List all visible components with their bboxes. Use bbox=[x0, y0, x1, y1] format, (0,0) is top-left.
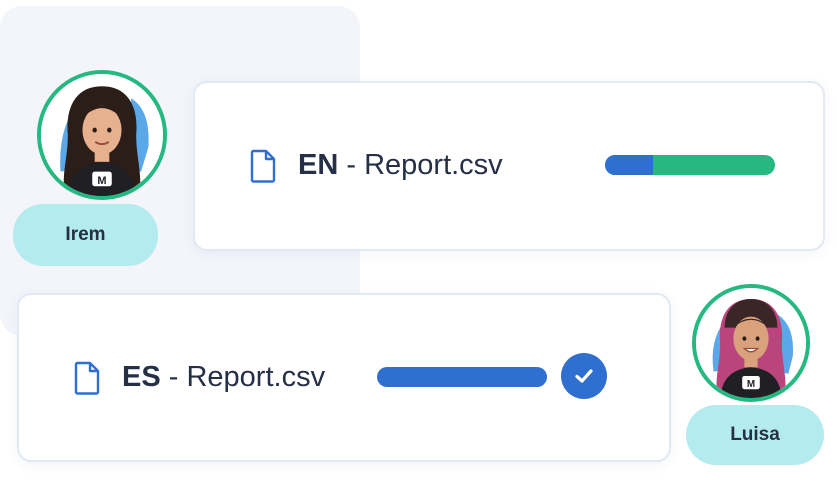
upload-progress-bar bbox=[605, 155, 775, 175]
file-card-es[interactable]: ES - Report.csv bbox=[17, 293, 671, 462]
file-name-es: ES - Report.csv bbox=[122, 361, 325, 394]
progress-fill bbox=[377, 367, 547, 387]
file-lang: EN bbox=[298, 149, 339, 181]
file-separator: - bbox=[160, 361, 187, 393]
user-name-badge: Luisa bbox=[686, 405, 824, 465]
file-card-en[interactable]: EN - Report.csv bbox=[193, 81, 825, 251]
file-title: Report.csv bbox=[186, 361, 326, 393]
file-name-en: EN - Report.csv bbox=[298, 149, 503, 182]
file-lang: ES bbox=[122, 361, 161, 393]
upload-progress-bar bbox=[377, 367, 547, 387]
file-separator: - bbox=[338, 149, 365, 181]
avatar-luisa: M bbox=[692, 284, 810, 402]
check-circle-icon bbox=[561, 353, 607, 399]
file-icon bbox=[250, 149, 276, 188]
user-name-badge: Irem bbox=[13, 204, 158, 266]
svg-text:M: M bbox=[97, 175, 106, 187]
file-icon bbox=[74, 361, 100, 400]
avatar-irem: M bbox=[37, 70, 167, 200]
svg-text:M: M bbox=[747, 379, 755, 390]
file-title: Report.csv bbox=[364, 149, 503, 181]
progress-fill bbox=[605, 155, 653, 175]
